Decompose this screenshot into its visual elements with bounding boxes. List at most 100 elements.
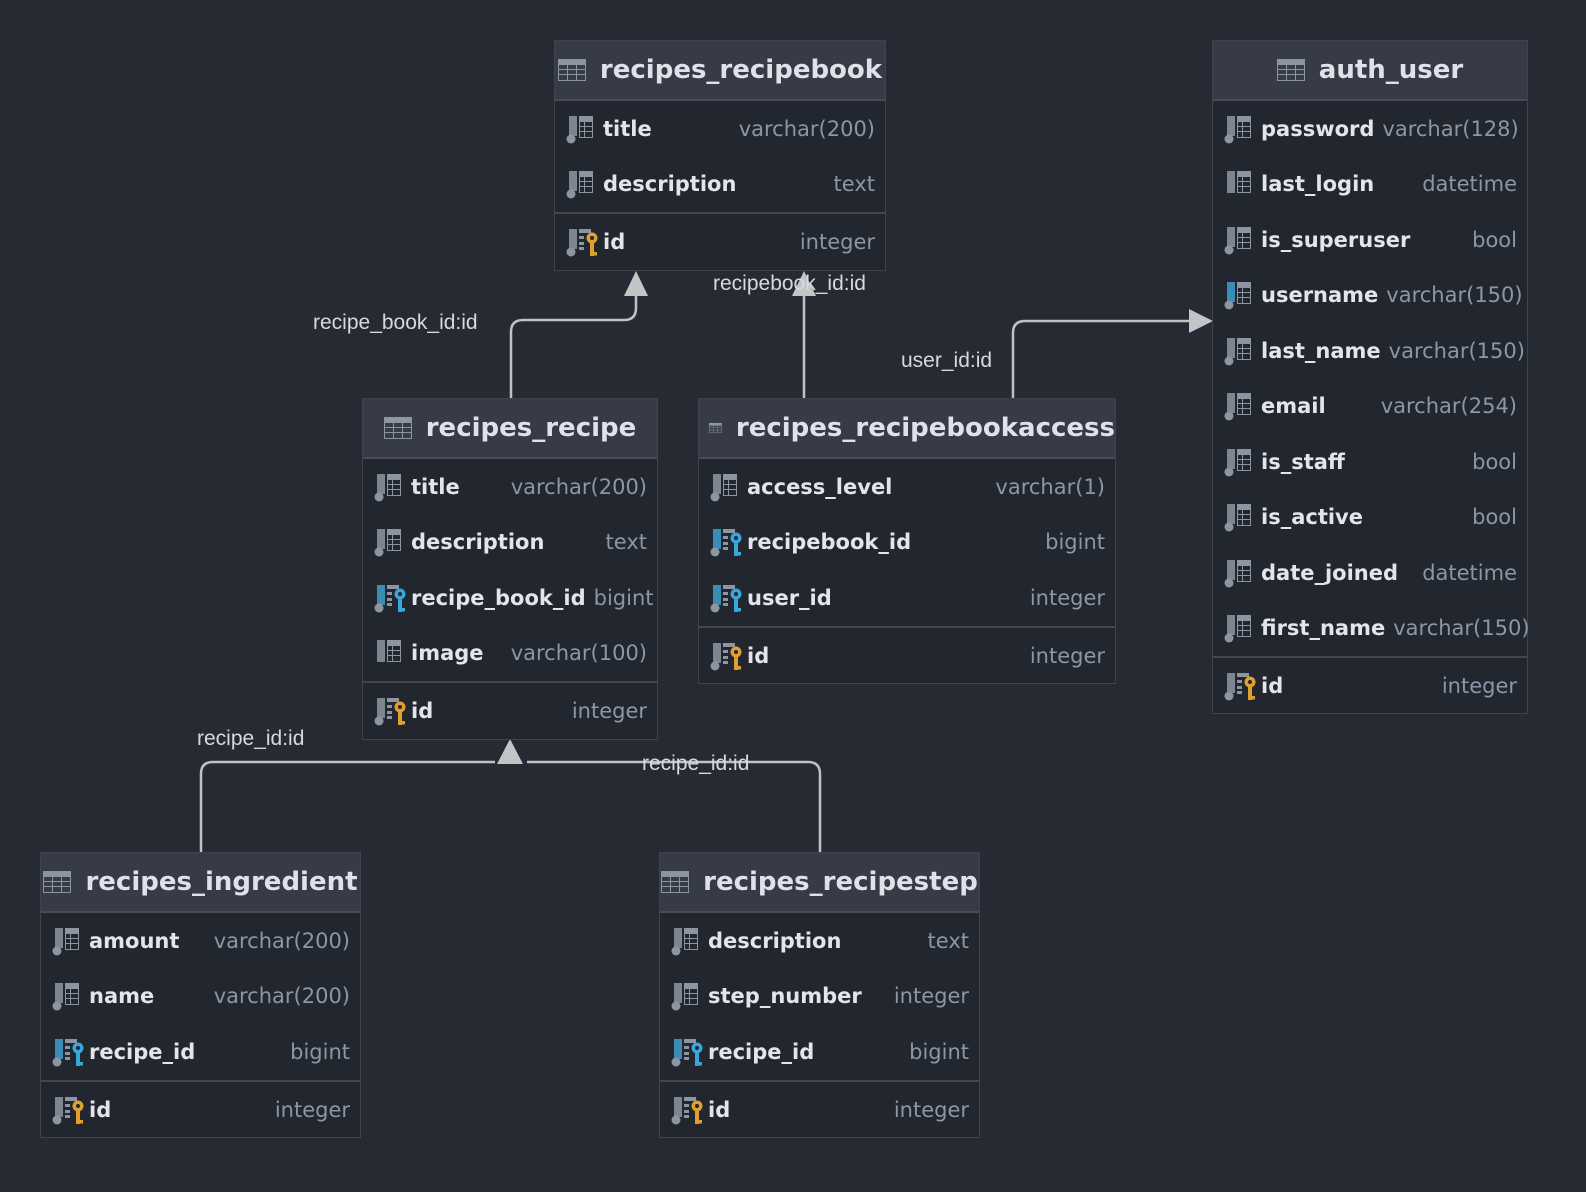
primary-key-icon (1223, 671, 1259, 701)
primary-key-icon (565, 227, 601, 257)
table-name: auth_user (1318, 55, 1464, 85)
column-type: integer (274, 1097, 350, 1122)
column-name: image (411, 641, 484, 666)
column-row[interactable]: description text (555, 157, 885, 213)
column-name: recipe_id (89, 1039, 196, 1064)
column-unique-icon (1223, 280, 1259, 310)
column-name: id (747, 643, 770, 668)
foreign-key-icon (709, 527, 745, 557)
column-row[interactable]: description text (660, 913, 979, 969)
primary-key-row[interactable]: id integer (1213, 658, 1527, 714)
foreign-key-row[interactable]: recipe_id bigint (660, 1024, 979, 1080)
arrowhead-recipe (497, 739, 523, 764)
column-row[interactable]: name varchar(200) (41, 969, 360, 1025)
column-name: password (1261, 116, 1375, 141)
primary-key-row[interactable]: id integer (660, 1082, 979, 1138)
foreign-key-icon (670, 1037, 706, 1067)
column-row[interactable]: last_login datetime (1213, 157, 1527, 213)
table-icon (1277, 59, 1305, 81)
primary-key-icon (51, 1095, 87, 1125)
table-icon (384, 417, 412, 439)
column-notnull-icon (1223, 613, 1259, 643)
foreign-key-row[interactable]: user_id integer (699, 570, 1115, 626)
column-row[interactable]: is_superuser bool (1213, 212, 1527, 268)
column-name: description (603, 172, 737, 197)
column-name: access_level (747, 474, 893, 499)
primary-key-row[interactable]: id integer (555, 214, 885, 270)
relation-ingredient-to-recipe[interactable] (199, 760, 495, 852)
table-header[interactable]: recipes_recipe (363, 399, 657, 459)
column-row[interactable]: amount varchar(200) (41, 913, 360, 969)
column-name: description (708, 928, 842, 953)
column-notnull-icon (51, 926, 87, 956)
relation-label: recipe_id:id (197, 727, 305, 750)
column-type: varchar(100) (510, 641, 647, 666)
column-row[interactable]: email varchar(254) (1213, 379, 1527, 435)
column-type: integer (1029, 643, 1105, 668)
column-name: is_active (1261, 505, 1363, 530)
column-name: title (411, 474, 460, 499)
column-type: varchar(150) (1393, 616, 1530, 641)
column-name: first_name (1261, 616, 1386, 641)
column-name: id (1261, 674, 1284, 698)
column-notnull-icon (373, 472, 409, 502)
table-header[interactable]: recipes_recipebookaccess (699, 399, 1115, 459)
column-notnull-icon (51, 981, 87, 1011)
table-recipes-ingredient[interactable]: recipes_ingredient amount varchar(200) n… (40, 852, 361, 1138)
column-row[interactable]: is_staff bool (1213, 434, 1527, 490)
column-row[interactable]: first_name varchar(150) (1213, 601, 1530, 657)
primary-key-row[interactable]: id integer (363, 683, 657, 739)
relation-label: user_id:id (901, 349, 993, 372)
foreign-key-row[interactable]: recipebook_id bigint (699, 515, 1115, 571)
column-type: integer (799, 230, 875, 254)
column-notnull-icon (1223, 336, 1259, 366)
column-row[interactable]: title varchar(200) (363, 459, 657, 515)
column-type: integer (893, 984, 969, 1009)
column-notnull-icon (1223, 391, 1259, 421)
relation-label: recipe_id:id (642, 752, 750, 775)
relation-recipe-to-recipebook[interactable] (509, 295, 638, 398)
table-icon (558, 59, 586, 81)
column-row[interactable]: username varchar(150) (1213, 268, 1527, 324)
primary-key-row[interactable]: id integer (41, 1082, 360, 1138)
primary-key-row[interactable]: id integer (699, 628, 1115, 684)
table-recipes-recipebookaccess[interactable]: recipes_recipebookaccess access_level va… (698, 398, 1116, 684)
column-row[interactable]: step_number integer (660, 969, 979, 1025)
column-row[interactable]: password varchar(128) (1213, 101, 1527, 157)
column-row[interactable]: description text (363, 515, 657, 571)
table-header[interactable]: recipes_recipebook (555, 41, 885, 101)
table-icon (43, 871, 71, 893)
column-notnull-icon (670, 981, 706, 1011)
table-icon (709, 417, 722, 439)
column-notnull-icon (670, 926, 706, 956)
column-nullable-icon (373, 638, 409, 668)
table-recipes-recipestep[interactable]: recipes_recipestep description text step… (659, 852, 980, 1138)
table-header[interactable]: recipes_ingredient (41, 853, 360, 913)
table-recipes-recipebook[interactable]: recipes_recipebook title varchar(200) de… (554, 40, 886, 271)
column-type: text (605, 530, 647, 555)
table-header[interactable]: recipes_recipestep (660, 853, 979, 913)
table-header[interactable]: auth_user (1213, 41, 1527, 101)
column-row[interactable]: title varchar(200) (555, 101, 885, 157)
column-row[interactable]: access_level varchar(1) (699, 459, 1115, 515)
arrowhead-auth-user (1189, 309, 1213, 333)
table-name: recipes_recipebookaccess (735, 413, 1115, 443)
column-type: bigint (290, 1039, 350, 1064)
column-name: user_id (747, 585, 832, 610)
table-auth-user[interactable]: auth_user password varchar(128) last_log… (1212, 40, 1530, 714)
primary-key-icon (373, 696, 409, 726)
column-name: name (89, 984, 155, 1009)
table-recipes-recipe[interactable]: recipes_recipe title varchar(200) descri… (362, 398, 658, 740)
foreign-key-row[interactable]: recipe_id bigint (41, 1024, 360, 1080)
column-notnull-icon (373, 527, 409, 557)
column-type: varchar(200) (738, 116, 875, 141)
column-row[interactable]: last_name varchar(150) (1213, 323, 1527, 379)
foreign-key-row[interactable]: recipe_book_id bigint (363, 570, 657, 626)
column-row[interactable]: is_active bool (1213, 490, 1527, 546)
column-row[interactable]: image varchar(100) (363, 626, 657, 682)
table-name: recipes_recipe (425, 413, 637, 443)
column-row[interactable]: date_joined datetime (1213, 545, 1527, 601)
relation-recipebookaccess-to-auth-user[interactable] (1011, 319, 1192, 398)
column-type: varchar(200) (213, 984, 350, 1009)
table-name: recipes_recipebook (599, 55, 883, 85)
